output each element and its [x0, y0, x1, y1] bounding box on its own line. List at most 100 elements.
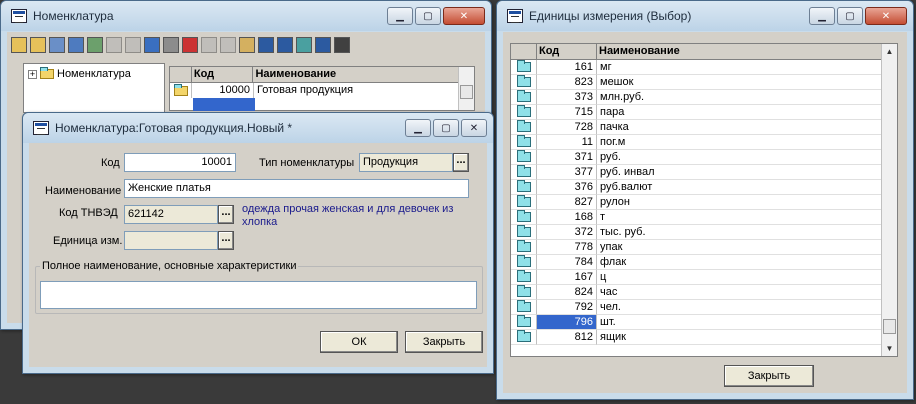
- folder-icon: [516, 210, 531, 222]
- minimize-button[interactable]: ▁: [387, 7, 413, 25]
- table-row[interactable]: 167 ц: [511, 270, 881, 285]
- table-row[interactable]: 824 час: [511, 285, 881, 300]
- row-name: Готовая продукция: [257, 84, 354, 96]
- expand-icon[interactable]: +: [28, 69, 37, 79]
- fullname-field[interactable]: [40, 281, 477, 309]
- close-button[interactable]: Закрыть: [405, 331, 483, 353]
- scroll-thumb[interactable]: [460, 85, 473, 99]
- units-scrollbar[interactable]: ▲ ▼: [881, 44, 897, 356]
- unit-field[interactable]: [124, 231, 218, 250]
- table-row[interactable]: 823 мешок: [511, 75, 881, 90]
- name-label: Наименование: [45, 185, 122, 197]
- table-row[interactable]: 168 т: [511, 210, 881, 225]
- table-delete-icon[interactable]: [106, 37, 122, 53]
- new-icon[interactable]: [11, 37, 27, 53]
- units-title: Единицы измерения (Выбор): [529, 9, 692, 23]
- units-titlebar[interactable]: Единицы измерения (Выбор) ▁ ▢ ✕: [497, 1, 913, 31]
- table-row[interactable]: 372 тыс. руб.: [511, 225, 881, 240]
- copy-icon[interactable]: [163, 37, 179, 53]
- table-add-icon[interactable]: [87, 37, 103, 53]
- maximize-button[interactable]: ▢: [433, 119, 459, 137]
- table-row[interactable]: 371 руб.: [511, 150, 881, 165]
- minimize-button[interactable]: ▁: [405, 119, 431, 137]
- units-close-button[interactable]: Закрыть: [724, 365, 814, 387]
- tree-icon[interactable]: [296, 37, 312, 53]
- minimize-button[interactable]: ▁: [809, 7, 835, 25]
- properties-icon[interactable]: [277, 37, 293, 53]
- folder-icon: [40, 67, 54, 79]
- row-code: 167: [537, 270, 597, 285]
- column-name[interactable]: Наименование: [253, 67, 458, 82]
- table-row[interactable]: 812 ящик: [511, 330, 881, 345]
- tnved-select-button[interactable]: ...: [218, 205, 234, 224]
- calculator-icon[interactable]: [49, 37, 65, 53]
- clipboard-icon[interactable]: [239, 37, 255, 53]
- help-icon[interactable]: [315, 37, 331, 53]
- table-row[interactable]: 784 флак: [511, 255, 881, 270]
- grid-scrollbar[interactable]: [458, 67, 474, 110]
- table-row[interactable]: 715 пара: [511, 105, 881, 120]
- row-name: мг: [597, 60, 881, 75]
- window-title: Номенклатура: [33, 9, 114, 23]
- item-dialog-titlebar[interactable]: Номенклатура:Готовая продукция.Новый * ▁…: [23, 113, 493, 143]
- open-folder-icon[interactable]: [30, 37, 46, 53]
- scroll-up-icon[interactable]: ▲: [882, 44, 897, 59]
- tree-item-root[interactable]: + Номенклатура: [28, 67, 131, 80]
- row-name: пара: [597, 105, 881, 120]
- table-row[interactable]: 10000 Готовая продукция: [170, 83, 458, 98]
- folder-icon: [516, 165, 531, 177]
- tnved-field[interactable]: 621142: [124, 205, 218, 224]
- row-name: ц: [597, 270, 881, 285]
- column-code[interactable]: Код: [192, 67, 254, 82]
- row-name: руб.валют: [597, 180, 881, 195]
- table-row[interactable]: 778 упак: [511, 240, 881, 255]
- scroll-thumb[interactable]: [883, 319, 896, 334]
- name-field[interactable]: Женские платья: [124, 179, 469, 198]
- table-row[interactable]: 728 пачка: [511, 120, 881, 135]
- close-window-button[interactable]: ✕: [443, 7, 485, 25]
- document-icon[interactable]: [258, 37, 274, 53]
- type-field[interactable]: Продукция: [359, 153, 453, 172]
- arrow-icon[interactable]: [201, 37, 217, 53]
- table-row[interactable]: 376 руб.валют: [511, 180, 881, 195]
- filter-icon[interactable]: [220, 37, 236, 53]
- column-name[interactable]: Наименование: [597, 44, 881, 59]
- table-edit-icon[interactable]: [125, 37, 141, 53]
- table-row[interactable]: 373 млн.руб.: [511, 90, 881, 105]
- ok-button[interactable]: ОК: [320, 331, 398, 353]
- print-icon[interactable]: [182, 37, 198, 53]
- table-row[interactable]: 796 шт.: [511, 315, 881, 330]
- unit-select-button[interactable]: ...: [218, 231, 234, 250]
- new-row-cell[interactable]: [193, 98, 255, 111]
- nomenclature-grid: Код Наименование 10000 Готовая продукция: [169, 66, 475, 111]
- toolbar: [11, 34, 350, 56]
- move-icon[interactable]: [144, 37, 160, 53]
- nomenclature-titlebar[interactable]: Номенклатура ▁ ▢ ✕: [1, 1, 491, 31]
- code-field[interactable]: 10001: [124, 153, 236, 172]
- pointer-help-icon[interactable]: [334, 37, 350, 53]
- scroll-down-icon[interactable]: ▼: [882, 341, 897, 356]
- table-row[interactable]: 792 чел.: [511, 300, 881, 315]
- folder-icon: [516, 270, 531, 282]
- row-code: 715: [537, 105, 597, 120]
- unit-label: Единица изм.: [53, 235, 123, 247]
- dialog-title: Номенклатура:Готовая продукция.Новый *: [55, 121, 293, 135]
- column-code[interactable]: Код: [537, 44, 597, 59]
- type-select-button[interactable]: ...: [453, 153, 469, 172]
- close-window-button[interactable]: ✕: [461, 119, 487, 137]
- row-code: 728: [537, 120, 597, 135]
- close-icon: ✕: [459, 10, 469, 22]
- table-row[interactable]: 161 мг: [511, 60, 881, 75]
- tnved-label: Код ТНВЭД: [59, 207, 118, 219]
- row-code: 372: [537, 225, 597, 240]
- maximize-button[interactable]: ▢: [415, 7, 441, 25]
- table-row[interactable]: 377 руб. инвал: [511, 165, 881, 180]
- table-row[interactable]: 11 пог.м: [511, 135, 881, 150]
- row-code: 373: [537, 90, 597, 105]
- find-icon[interactable]: [68, 37, 84, 53]
- row-code: 376: [537, 180, 597, 195]
- maximize-button[interactable]: ▢: [837, 7, 863, 25]
- table-row[interactable]: 827 рулон: [511, 195, 881, 210]
- row-name: упак: [597, 240, 881, 255]
- close-window-button[interactable]: ✕: [865, 7, 907, 25]
